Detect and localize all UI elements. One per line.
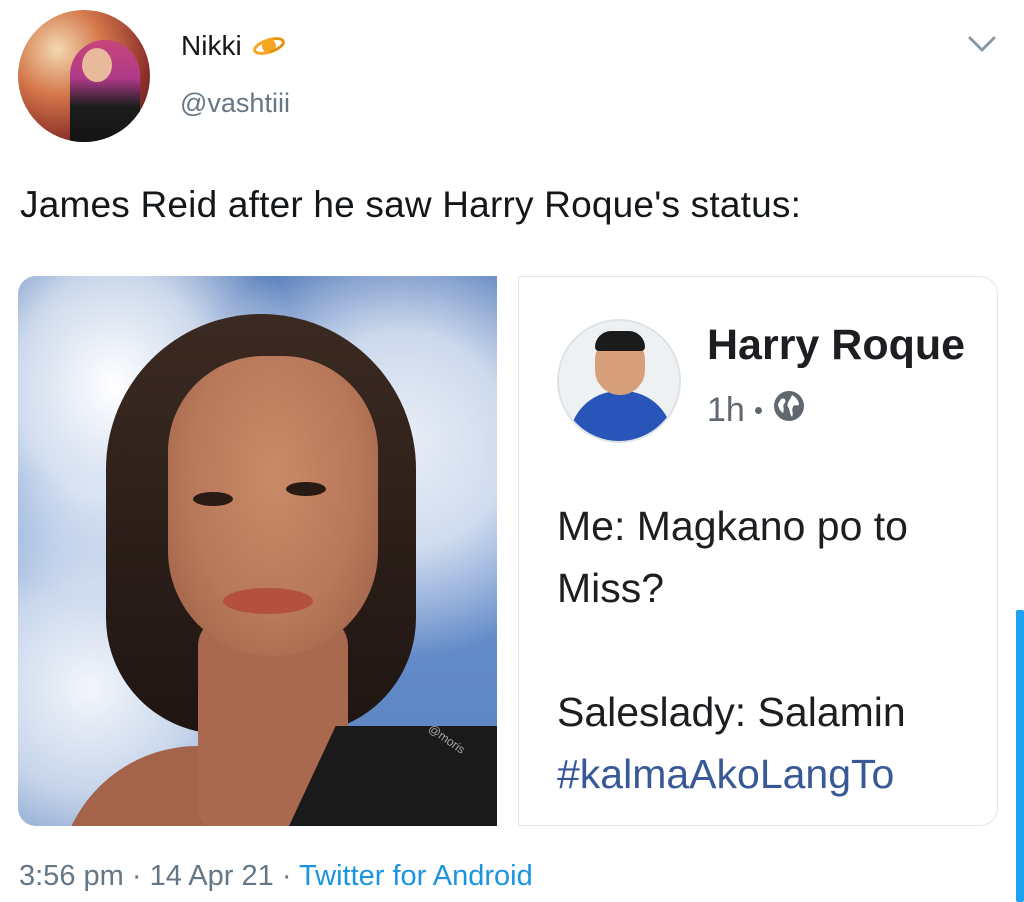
tweet-footer: 3:56 pm · 14 Apr 21 · Twitter for Androi… [19,860,533,893]
tweet-date: 14 Apr 21 [149,860,274,892]
photo-eye-left [193,492,233,506]
fb-post-line: Me: Magkano po to [557,503,908,549]
tweet-source-link[interactable]: Twitter for Android [299,860,533,892]
planet-icon [252,33,286,59]
photo-lips [223,588,313,614]
author-name-row[interactable]: Nikki [181,30,286,62]
footer-separator: · [281,860,292,892]
tweet-time: 3:56 pm [19,860,124,892]
fb-avatar-hair [595,331,645,351]
meta-dot [754,407,762,414]
avatar-face [82,48,112,82]
fb-avatar-shirt [569,391,673,441]
tweet-text: James Reid after he saw Harry Roque's st… [20,184,802,225]
facebook-post-screenshot[interactable]: Harry Roque 1h Me: Magkano po to Miss? S… [518,276,998,826]
author-avatar[interactable] [18,10,150,142]
scrollbar[interactable] [1016,610,1024,902]
fb-post-line: Saleslady: Salamin [557,689,906,735]
fb-post-body: Me: Magkano po to Miss? Saleslady: Salam… [557,495,997,805]
fb-avatar [557,319,681,443]
fb-post-line: Miss? [557,565,665,611]
globe-icon [772,389,806,432]
author-name[interactable]: Nikki [181,30,242,62]
tweet-media[interactable]: @moris Harry Roque 1h Me: Magkano po to … [18,276,998,828]
photo-eye-right [286,482,326,496]
fb-post-gap [557,619,997,681]
meme-photo[interactable]: @moris [18,276,497,826]
fb-post-meta: 1h [707,389,806,432]
fb-post-author: Harry Roque [707,321,966,369]
footer-separator: · [131,860,142,892]
fb-post-hashtag[interactable]: #kalmaAkoLangTo [557,743,997,805]
fb-post-time: 1h [707,391,745,429]
chevron-down-icon[interactable] [966,32,998,56]
author-handle[interactable]: @vashtiii [180,88,290,119]
